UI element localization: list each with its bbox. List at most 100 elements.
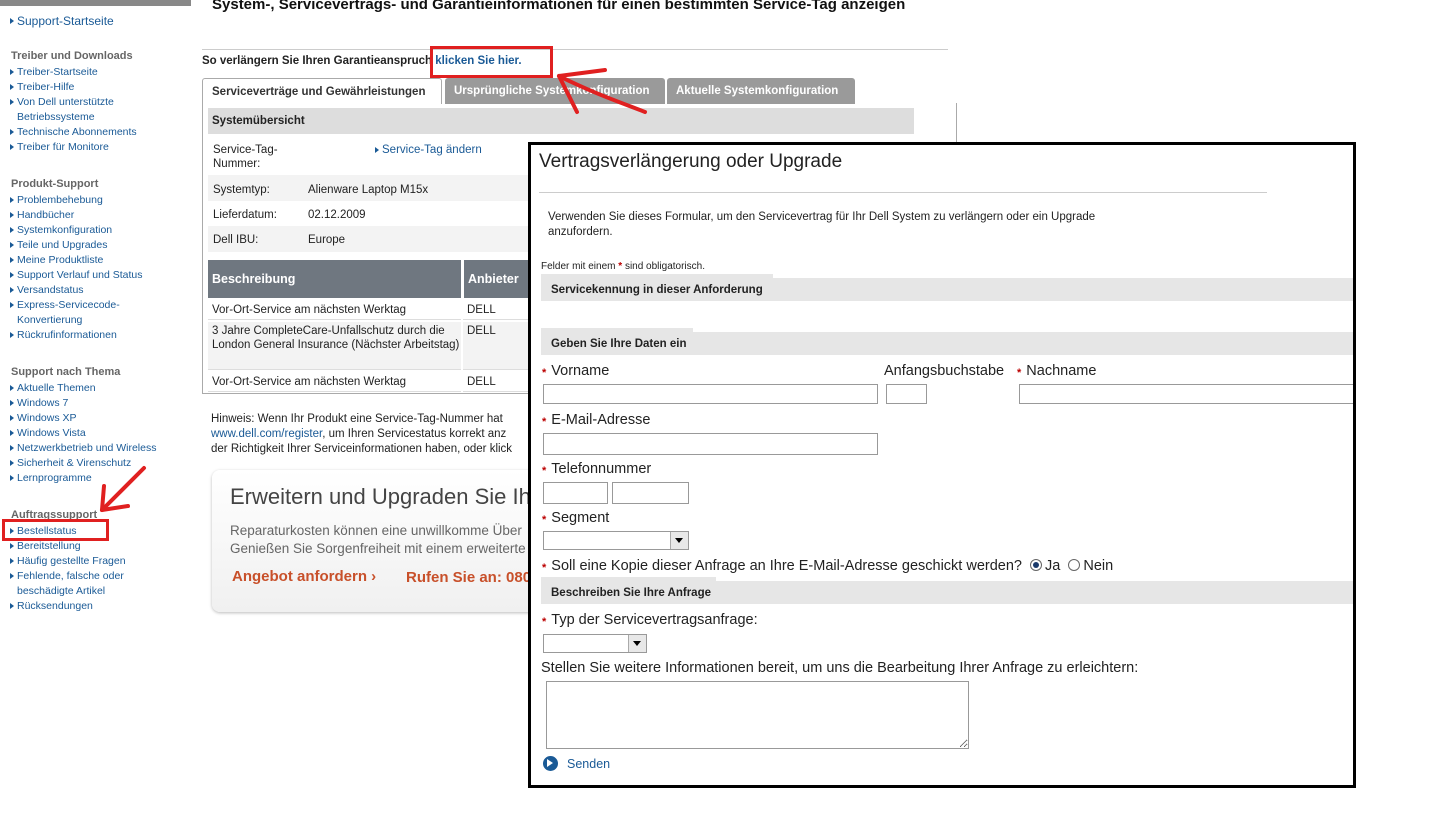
- register-note: Hinweis: Wenn Ihr Produkt eine Service-T…: [211, 412, 541, 457]
- sidebar-item[interactable]: Von Dell unterstützte Betriebssysteme: [6, 95, 137, 125]
- chevron-down-icon[interactable]: [670, 532, 688, 549]
- chevron-down-icon[interactable]: [628, 635, 646, 652]
- copy-question: * Soll eine Kopie dieser Anfrage an Ihre …: [542, 558, 1113, 574]
- tab-current-config[interactable]: Aktuelle Systemkonfiguration: [667, 78, 855, 104]
- request-type-label: * Typ der Servicevertragsanfrage:: [542, 612, 758, 628]
- sidebar-section-topics: Support nach Thema Aktuelle Themen Windo…: [6, 365, 191, 486]
- required-note: Felder mit einem * sind obligatorisch.: [541, 261, 705, 272]
- sidebar-section-title: Support nach Thema: [11, 366, 121, 378]
- segment-select[interactable]: [543, 531, 689, 550]
- system-row-value: Alienware Laptop M15x: [308, 184, 429, 196]
- promo-title: Erweitern und Upgraden Sie Ih: [230, 484, 531, 509]
- extend-warranty-text: So verlängern Sie Ihren Garantieanspruch: [202, 55, 433, 67]
- sidebar-section-title: Auftragssupport: [11, 509, 98, 521]
- sidebar-item[interactable]: Versandstatus: [6, 283, 191, 298]
- sidebar-item-order-status[interactable]: Bestellstatus: [6, 524, 191, 539]
- divider: [202, 49, 948, 50]
- arrow-right-icon: [543, 756, 558, 771]
- call-number: Rufen Sie an: 080: [406, 569, 532, 586]
- sidebar-item[interactable]: Windows 7: [6, 396, 191, 411]
- initial-input[interactable]: [886, 384, 927, 404]
- tab-service-contracts[interactable]: Serviceverträge und Gewährleistungen: [202, 78, 442, 104]
- system-row-value: Europe: [308, 234, 346, 246]
- sidebar-item[interactable]: Teile und Upgrades: [6, 238, 191, 253]
- radio-yes-label: Ja: [1045, 558, 1061, 574]
- sidebar-top-bar: [0, 0, 191, 6]
- sidebar-item[interactable]: Häufig gestellte Fragen: [6, 554, 191, 569]
- radio-no-label: Nein: [1083, 558, 1114, 574]
- dialog-intro: Verwenden Sie dieses Formular, um den Se…: [548, 211, 1096, 238]
- sidebar-section-orders: Auftragssupport Bestellstatus Bereitstel…: [6, 508, 191, 614]
- request-type-select[interactable]: [543, 634, 647, 653]
- sidebar-item[interactable]: Treiber für Monitore: [6, 140, 191, 155]
- sidebar-item[interactable]: Rücksendungen: [6, 599, 191, 614]
- sidebar-item[interactable]: Rückrufinformationen: [6, 328, 191, 343]
- field-label: Nachname: [1026, 363, 1097, 379]
- promo-line: Reparaturkosten können eine unwillkomme …: [230, 523, 522, 538]
- field-label: E-Mail-Adresse: [551, 412, 651, 428]
- more-info-label: Stellen Sie weitere Informationen bereit…: [541, 660, 1139, 676]
- promo-text: Reparaturkosten können eine unwillkomme …: [230, 522, 526, 558]
- required-star-icon: *: [542, 465, 547, 477]
- sidebar-item[interactable]: Technische Abonnements: [6, 125, 191, 140]
- extend-warranty-link[interactable]: klicken Sie hier.: [435, 55, 521, 67]
- system-row-value: 02.12.2009: [308, 209, 366, 221]
- required-star-icon: *: [542, 514, 547, 526]
- request-offer-link[interactable]: Angebot anfordern ›: [232, 568, 376, 585]
- required-star-icon: *: [1017, 367, 1022, 379]
- table-cell: DELL: [463, 322, 538, 370]
- register-link[interactable]: www.dell.com/register: [211, 428, 322, 440]
- section-header-label: Geben Sie Ihre Daten ein: [551, 338, 687, 350]
- send-button[interactable]: Senden: [543, 756, 610, 771]
- sidebar-item[interactable]: Problembehebung: [6, 193, 191, 208]
- phone-number-input[interactable]: [612, 482, 689, 504]
- table-header-provider: Anbieter: [463, 260, 538, 298]
- field-label: Telefonnummer: [551, 461, 652, 477]
- field-label: Typ der Servicevertragsanfrage:: [551, 612, 758, 628]
- sidebar-item[interactable]: Fehlende, falsche oder beschädigte Artik…: [6, 569, 142, 599]
- last-name-input[interactable]: [1019, 384, 1353, 404]
- sidebar-item[interactable]: Sicherheit & Virenschutz: [6, 456, 191, 471]
- system-overview-header: Systemübersicht: [208, 108, 914, 134]
- sidebar-item[interactable]: Treiber-Startseite: [6, 65, 191, 80]
- sidebar-item[interactable]: Systemkonfiguration: [6, 223, 191, 238]
- sidebar-item[interactable]: Support Verlauf und Status: [6, 268, 191, 283]
- change-service-tag-link[interactable]: Service-Tag ändern: [371, 143, 482, 158]
- phone-area-input[interactable]: [543, 482, 608, 504]
- more-info-textarea[interactable]: [546, 681, 969, 749]
- dialog-title: Vertragsverlängerung oder Upgrade: [539, 151, 843, 172]
- required-star-icon: *: [542, 616, 547, 628]
- table-cell: 3 Jahre CompleteCare-Unfallschutz durch …: [208, 322, 461, 370]
- radio-yes[interactable]: [1030, 559, 1043, 571]
- sidebar-item[interactable]: Windows XP: [6, 411, 191, 426]
- field-label: Soll eine Kopie dieser Anfrage an Ihre E…: [551, 558, 1022, 574]
- sidebar-item[interactable]: Bereitstellung: [6, 539, 191, 554]
- sidebar-item[interactable]: Handbücher: [6, 208, 191, 223]
- sidebar-item[interactable]: Express-Servicecode-Konvertierung: [6, 298, 137, 328]
- tab-original-config[interactable]: Ursprüngliche Systemkonfiguration: [445, 78, 665, 104]
- header-tab-edge: [541, 577, 716, 581]
- sidebar-section-drivers: Treiber und Downloads Treiber-Startseite…: [6, 49, 191, 155]
- sidebar-item[interactable]: Aktuelle Themen: [6, 381, 191, 396]
- initial-label: Anfangsbuchstabe: [884, 363, 1005, 379]
- note-text: , um Ihren Servicestatus korrekt anz: [322, 428, 507, 440]
- last-name-label: * Nachname: [1017, 363, 1096, 379]
- required-star-icon: *: [542, 416, 547, 428]
- radio-no[interactable]: [1068, 559, 1081, 571]
- first-name-input[interactable]: [543, 384, 878, 404]
- email-input[interactable]: [543, 433, 878, 455]
- sidebar-item[interactable]: Netzwerkbetrieb und Wireless: [6, 441, 191, 456]
- sidebar-item[interactable]: Windows Vista: [6, 426, 191, 441]
- sidebar-item[interactable]: Lernprogramme: [6, 471, 191, 486]
- header-tab-edge: [541, 328, 693, 332]
- note-text: Hinweis: Wenn Ihr Produkt eine Service-T…: [211, 413, 503, 425]
- system-row-label: Lieferdatum:: [213, 209, 277, 221]
- sidebar-support-home[interactable]: Support-Startseite: [6, 14, 114, 29]
- segment-label: * Segment: [542, 510, 609, 526]
- sidebar-item[interactable]: Meine Produktliste: [6, 253, 191, 268]
- table-header-description: Beschreibung: [208, 260, 461, 298]
- sidebar-section-title: Treiber und Downloads: [11, 50, 133, 62]
- email-label: * E-Mail-Adresse: [542, 412, 650, 428]
- divider: [539, 192, 1267, 193]
- sidebar-item[interactable]: Treiber-Hilfe: [6, 80, 191, 95]
